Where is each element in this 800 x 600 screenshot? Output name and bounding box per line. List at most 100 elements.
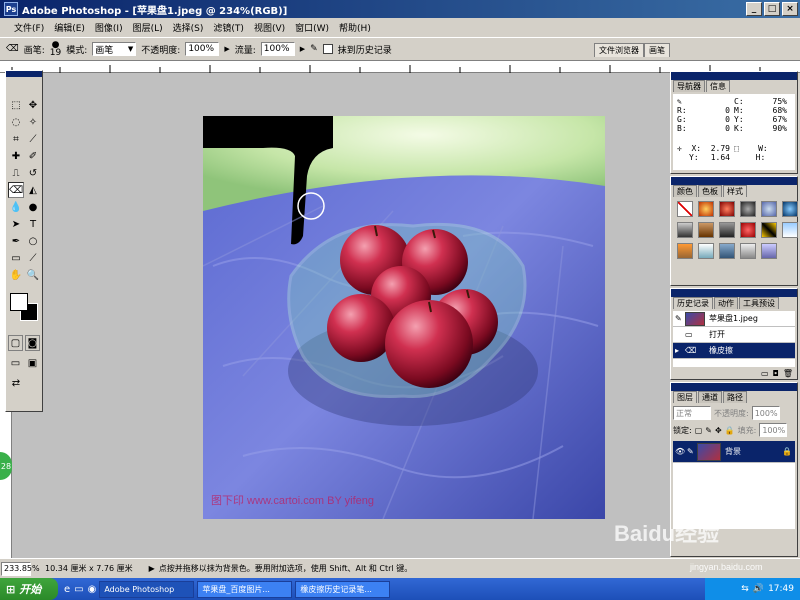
style-swatch[interactable] (698, 222, 714, 238)
minimize-button[interactable]: _ (746, 2, 762, 16)
marquee-tool-icon[interactable]: ⬚ (8, 97, 24, 113)
dodge-tool-icon[interactable]: ● (25, 199, 41, 215)
start-button[interactable]: ⊞ 开始 (0, 578, 58, 600)
style-swatch[interactable] (719, 222, 735, 238)
new-snapshot-icon[interactable]: ◘ (773, 369, 779, 378)
style-swatch[interactable] (740, 243, 756, 259)
tab-info[interactable]: 信息 (706, 80, 730, 92)
layers-panel-titlebar[interactable] (671, 383, 797, 391)
tab-actions[interactable]: 动作 (714, 297, 738, 309)
close-button[interactable]: × (782, 2, 798, 16)
task-browser-2[interactable]: 橡皮擦历史记录笔... (295, 580, 391, 598)
blur-tool-icon[interactable]: 💧 (8, 199, 24, 215)
style-swatch[interactable] (761, 243, 777, 259)
move-tool-icon[interactable]: ✥ (25, 97, 41, 113)
style-swatch[interactable] (782, 222, 798, 238)
tab-file-browser[interactable]: 文件浏览器 (594, 43, 644, 57)
menu-select[interactable]: 选择(S) (173, 21, 204, 34)
brush-preset-picker[interactable]: ● 19 (50, 41, 61, 58)
tab-brushes[interactable]: 画笔 (644, 43, 670, 57)
healing-brush-tool-icon[interactable]: ✚ (8, 148, 24, 164)
slice-tool-icon[interactable]: ⟋ (25, 131, 41, 147)
opacity-slider-arrow-icon[interactable]: ▶ (224, 45, 229, 53)
blend-mode-select[interactable]: 正常 (673, 406, 711, 420)
arrow-right-icon[interactable]: ▶ (149, 564, 155, 573)
menu-view[interactable]: 视图(V) (254, 21, 285, 34)
screen-mode-full-icon[interactable]: ▣ (25, 355, 40, 371)
style-swatch[interactable] (698, 201, 714, 217)
magic-wand-tool-icon[interactable]: ✧ (25, 114, 41, 130)
history-snapshot[interactable]: ✎ 苹果盘1.jpeg (673, 311, 795, 327)
zoom-tool-icon[interactable]: 🔍 (25, 267, 41, 283)
style-swatch[interactable] (677, 243, 693, 259)
standard-mode-icon[interactable]: ▢ (8, 335, 23, 351)
layer-opacity-field[interactable]: 100% (751, 406, 780, 420)
style-swatch[interactable] (782, 201, 798, 217)
styles-panel-titlebar[interactable] (671, 177, 797, 185)
notes-tool-icon[interactable]: ▭ (8, 250, 24, 266)
layer-row-background[interactable]: 👁 ✎ 背景 🔒 (673, 441, 795, 463)
style-swatch[interactable] (761, 222, 777, 238)
hand-tool-icon[interactable]: ✋ (8, 267, 24, 283)
lock-transparency-icon[interactable]: ▢ (695, 426, 703, 435)
eye-icon[interactable]: 👁 (675, 447, 687, 456)
task-photoshop[interactable]: Adobe Photoshop (99, 580, 195, 598)
lock-image-icon[interactable]: ✎ (705, 426, 712, 435)
quick-launch-ie-icon[interactable]: e (64, 584, 70, 595)
style-none[interactable] (677, 201, 693, 217)
style-swatch[interactable] (698, 243, 714, 259)
history-panel-titlebar[interactable] (671, 289, 797, 297)
document-image[interactable]: 图下印 www.cartoi.com BY yifeng (203, 116, 605, 519)
brush-tool-icon[interactable]: ✐ (25, 148, 41, 164)
lasso-tool-icon[interactable]: ◌ (8, 114, 24, 130)
pen-tool-icon[interactable]: ✒ (8, 233, 24, 249)
airbrush-icon[interactable]: ✎ (310, 44, 318, 54)
crop-tool-icon[interactable]: ⌗ (8, 131, 24, 147)
menu-filter[interactable]: 滤镜(T) (213, 21, 244, 34)
quick-mask-icon[interactable]: ◙ (25, 335, 40, 351)
flow-slider-arrow-icon[interactable]: ▶ (300, 45, 305, 53)
menu-help[interactable]: 帮助(H) (339, 21, 371, 34)
type-tool-icon[interactable]: T (25, 216, 41, 232)
tab-color[interactable]: 颜色 (673, 185, 697, 197)
shape-tool-icon[interactable]: ○ (25, 233, 41, 249)
mode-select[interactable]: 画笔 ▼ (92, 42, 137, 56)
tab-paths[interactable]: 路径 (723, 391, 747, 403)
new-document-icon[interactable]: ▭ (761, 369, 769, 378)
eraser-tool-icon[interactable]: ⌫ (6, 44, 19, 54)
zoom-field[interactable]: 233.85% (1, 561, 40, 576)
style-swatch[interactable] (719, 201, 735, 217)
menu-edit[interactable]: 编辑(E) (54, 21, 85, 34)
tab-channels[interactable]: 通道 (698, 391, 722, 403)
imageready-icon[interactable]: ⇄ (8, 375, 24, 391)
quick-launch-media-icon[interactable]: ◉ (88, 584, 97, 595)
info-panel-titlebar[interactable] (671, 72, 797, 80)
menu-window[interactable]: 窗口(W) (295, 21, 329, 34)
tab-tool-presets[interactable]: 工具预设 (739, 297, 779, 309)
network-icon[interactable]: ⇆ (741, 584, 749, 594)
path-select-tool-icon[interactable]: ➤ (8, 216, 24, 232)
eraser-tool-icon[interactable]: ⌫ (8, 182, 24, 198)
tab-navigator[interactable]: 导航器 (673, 80, 705, 92)
opacity-field[interactable]: 100% (185, 42, 220, 56)
history-state[interactable]: ▭ 打开 (673, 327, 795, 343)
style-swatch[interactable] (740, 201, 756, 217)
screen-mode-standard-icon[interactable]: ▭ (8, 355, 23, 371)
flow-field[interactable]: 100% (260, 42, 295, 56)
style-swatch[interactable] (761, 201, 777, 217)
eyedropper-tool-icon[interactable]: ⟋ (25, 250, 41, 266)
tab-layers[interactable]: 图层 (673, 391, 697, 403)
quick-launch-desktop-icon[interactable]: ▭ (74, 584, 83, 595)
trash-icon[interactable]: 🗑 (783, 369, 793, 378)
style-swatch[interactable] (677, 222, 693, 238)
maximize-button[interactable]: □ (764, 2, 780, 16)
history-state-selected[interactable]: ▸ ⌫ 橡皮擦 (673, 343, 795, 359)
paint-bucket-tool-icon[interactable]: ◭ (25, 182, 41, 198)
toolbox-titlebar[interactable] (6, 71, 42, 77)
history-brush-tool-icon[interactable]: ↺ (25, 165, 41, 181)
lock-all-icon[interactable]: 🔒 (725, 426, 735, 435)
style-swatch[interactable] (740, 222, 756, 238)
foreground-color-swatch[interactable] (10, 293, 28, 311)
clone-stamp-tool-icon[interactable]: ⎍ (8, 165, 24, 181)
tab-swatches[interactable]: 色板 (698, 185, 722, 197)
